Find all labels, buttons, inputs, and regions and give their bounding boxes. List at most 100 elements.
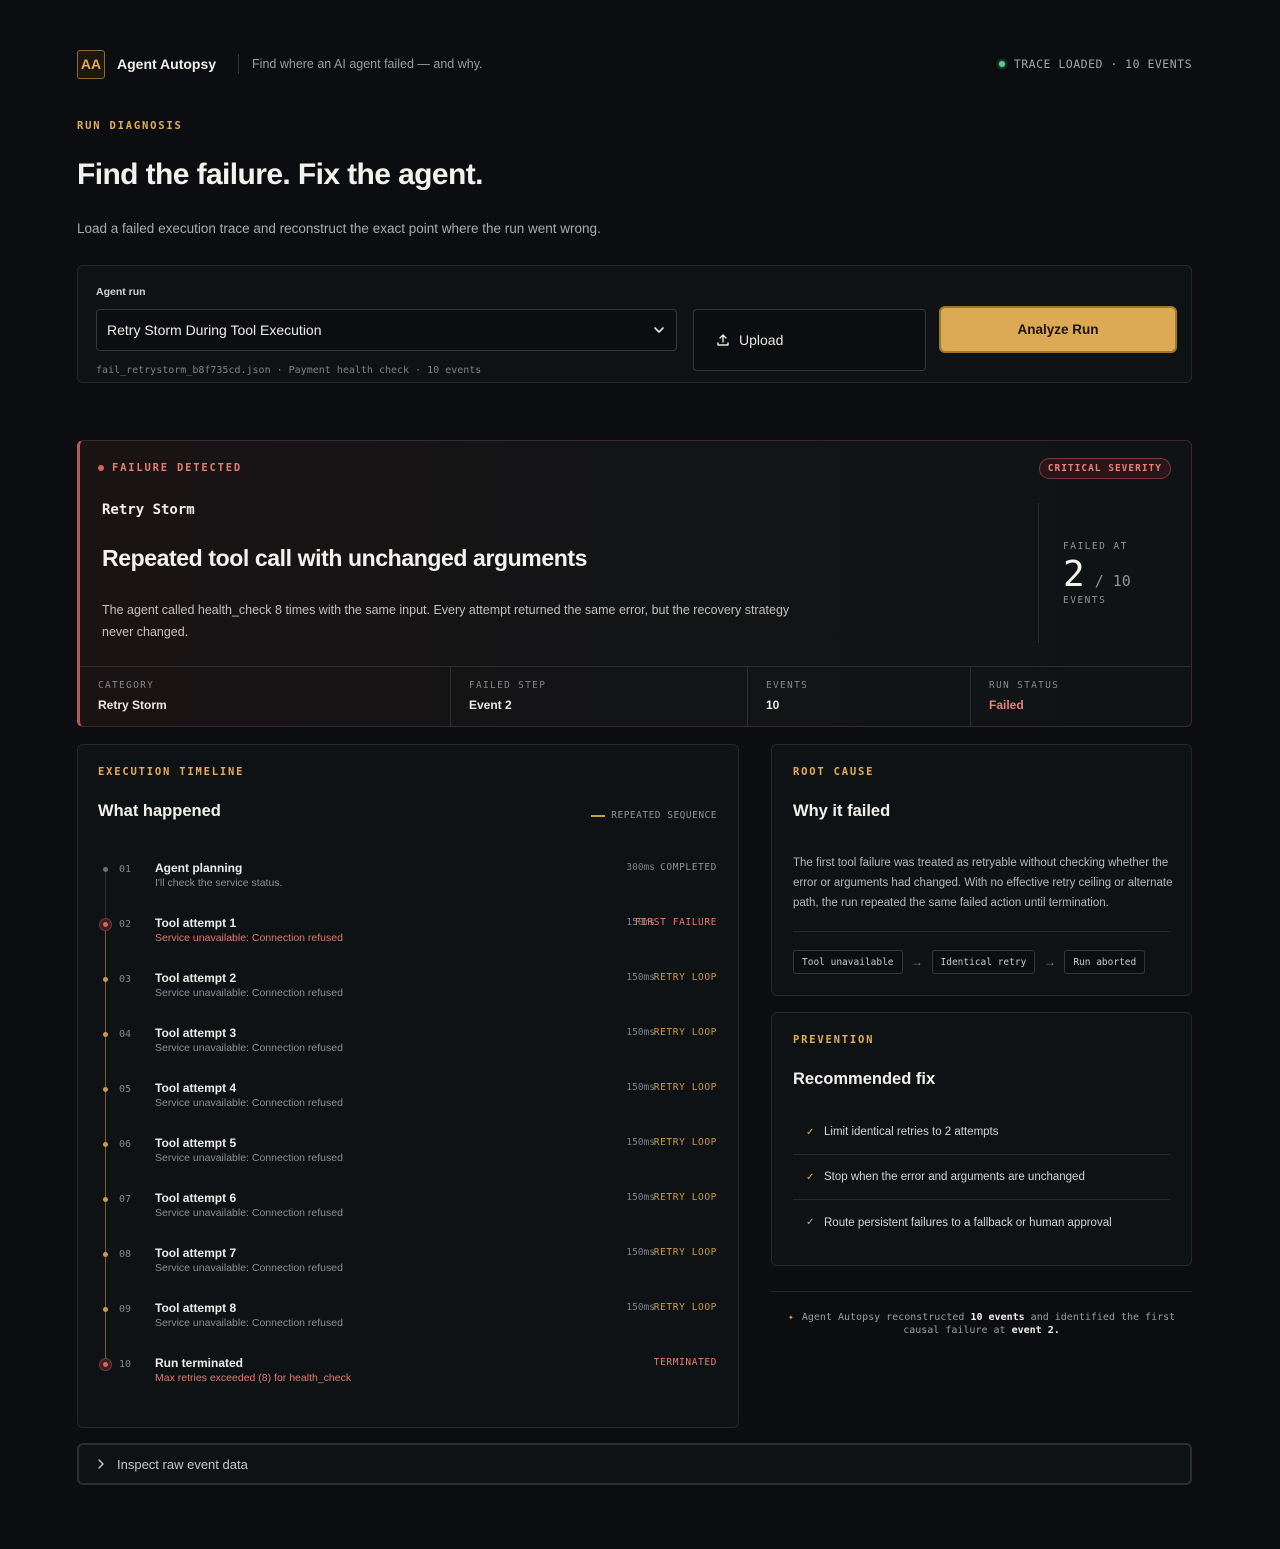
event-detail: Service unavailable: Connection refused [155,1317,343,1329]
event-state: COMPLETED [660,862,717,873]
run-panel: Agent run Retry Storm During Tool Execut… [77,265,1192,383]
failure-eyebrow-text: FAILURE DETECTED [112,462,242,474]
event-duration: 150ms [626,1247,655,1258]
event-detail: Service unavailable: Connection refused [155,1262,343,1274]
stat-key: EVENTS [766,680,809,691]
failure-dot-icon [98,465,104,471]
legend-swatch [591,814,606,817]
event-name: Tool attempt 2 [155,971,237,985]
root-cause-description: The first tool failure was treated as re… [793,857,1173,909]
repeated-sequence-legend: REPEATED SEQUENCE [591,810,717,821]
check-icon: ✓ [806,1126,815,1138]
timeline-event[interactable]: 05 Tool attempt 4 Service unavailable: C… [78,1080,738,1120]
summary-event: event 2 [1011,1325,1054,1336]
causal-chain: Tool unavailable → Identical retry → Run… [793,950,1146,974]
failed-at: FAILED AT 2 / 10 EVENTS [1063,541,1131,606]
failed-at-unit: EVENTS [1063,595,1107,606]
chain-step: Identical retry [931,950,1036,974]
chain-step: Run aborted [1064,950,1146,974]
failure-panel: FAILURE DETECTED CRITICAL SEVERITY Retry… [77,440,1192,727]
chevron-down-icon [654,327,664,333]
event-number: 09 [119,1304,132,1315]
event-name: Tool attempt 4 [155,1081,237,1095]
fix-text: Route persistent failures to a fallback … [824,1216,1112,1229]
timeline-event[interactable]: 08 Tool attempt 7 Service unavailable: C… [78,1245,738,1285]
event-duration: 150ms [626,1082,655,1093]
stat-value: Failed [989,698,1024,712]
analyze-run-button[interactable]: Analyze Run [939,306,1177,353]
execution-timeline: EXECUTION TIMELINE What happened REPEATE… [77,744,739,1428]
legend-label: REPEATED SEQUENCE [611,810,717,821]
failure-title: Repeated tool call with unchanged argume… [102,545,588,571]
header-divider [238,54,240,74]
timeline-node [103,867,108,872]
event-state: RETRY LOOP [653,1247,717,1258]
tagline: Find where an AI agent failed — and why. [252,57,483,71]
app-logo: AA [77,49,105,79]
inspect-raw-event-data[interactable]: Inspect raw event data [77,1443,1192,1485]
timeline-node [103,977,108,982]
fix-text: Stop when the error and arguments are un… [824,1171,1085,1183]
event-detail: Service unavailable: Connection refused [155,1207,343,1219]
timeline-event[interactable]: 09 Tool attempt 8 Service unavailable: C… [78,1300,738,1340]
analysis-summary: ✦ Agent Autopsy reconstructed 10 events a… [771,1291,1192,1337]
event-state: FIRST FAILURE [634,917,717,928]
timeline-node [103,1032,108,1037]
timeline-event[interactable]: 10 Run terminated Max retries exceeded (… [78,1355,738,1395]
event-number: 05 [119,1084,132,1095]
failure-description: The agent called health_check 8 times wi… [102,603,790,639]
failed-at-value: 2 [1063,554,1085,595]
event-name: Agent planning [155,861,243,875]
event-detail: Service unavailable: Connection refused [155,1097,343,1109]
root-cause-title: Why it failed [793,802,891,820]
timeline-node [103,1087,108,1092]
event-detail: I'll check the service status. [155,877,283,889]
stat-events: EVENTS 10 [748,667,971,726]
failure-divider [1038,503,1039,643]
hero-eyebrow: RUN DIAGNOSIS [77,120,183,132]
prevention-card: PREVENTION Recommended fix ✓ Limit ident… [771,1012,1192,1266]
run-select[interactable]: Retry Storm During Tool Execution [96,309,677,351]
failure-stats: CATEGORY Retry Storm FAILED STEP Event 2… [80,666,1191,726]
timeline-node [103,1252,108,1257]
event-state: RETRY LOOP [653,1027,717,1038]
page-subtitle: Load a failed execution trace and recons… [77,221,601,236]
event-number: 04 [119,1029,132,1040]
fix-text: Limit identical retries to 2 attempts [824,1126,999,1138]
run-label: Agent run [96,286,146,298]
event-number: 03 [119,974,132,985]
timeline-node [103,1197,108,1202]
timeline-title: What happened [98,802,221,820]
sparkle-icon: ✦ [787,1312,794,1323]
event-detail: Service unavailable: Connection refused [155,1042,343,1054]
page-title: Find the failure. Fix the agent. [77,158,483,191]
summary-suffix: . [1053,1325,1060,1336]
timeline-event[interactable]: 01 Agent planning I'll check the service… [78,860,738,900]
summary-prefix: Agent Autopsy reconstructed [801,1312,965,1323]
stat-key: CATEGORY [98,680,155,691]
event-duration: 150ms [626,1137,655,1148]
timeline-event[interactable]: 04 Tool attempt 3 Service unavailable: C… [78,1025,738,1065]
event-state: TERMINATED [653,1357,717,1368]
event-duration: 150ms [626,1192,655,1203]
timeline-event[interactable]: 06 Tool attempt 5 Service unavailable: C… [78,1135,738,1175]
summary-events: 10 events [970,1312,1025,1323]
trace-status-text: TRACE LOADED · 10 EVENTS [1013,57,1192,71]
chain-step: Tool unavailable [793,950,903,974]
brand-name: Agent Autopsy [117,56,217,72]
failure-kind: Retry Storm [102,502,195,518]
stat-value: 10 [766,698,780,712]
event-detail: Max retries exceeded (8) for health_chec… [155,1372,352,1384]
raw-data-label: Inspect raw event data [117,1456,248,1472]
event-name: Tool attempt 5 [155,1136,237,1150]
timeline-event[interactable]: 07 Tool attempt 6 Service unavailable: C… [78,1190,738,1230]
check-icon: ✓ [806,1217,815,1228]
severity-badge: CRITICAL SEVERITY [1038,458,1171,479]
upload-button[interactable]: Upload [693,309,926,371]
event-state: RETRY LOOP [653,972,717,983]
stat-key: FAILED STEP [469,680,547,691]
timeline-event[interactable]: 02 Tool attempt 1 Service unavailable: C… [78,915,738,955]
timeline-event[interactable]: 03 Tool attempt 2 Service unavailable: C… [78,970,738,1010]
event-number: 01 [119,864,132,875]
run-select-value: Retry Storm During Tool Execution [107,322,322,338]
